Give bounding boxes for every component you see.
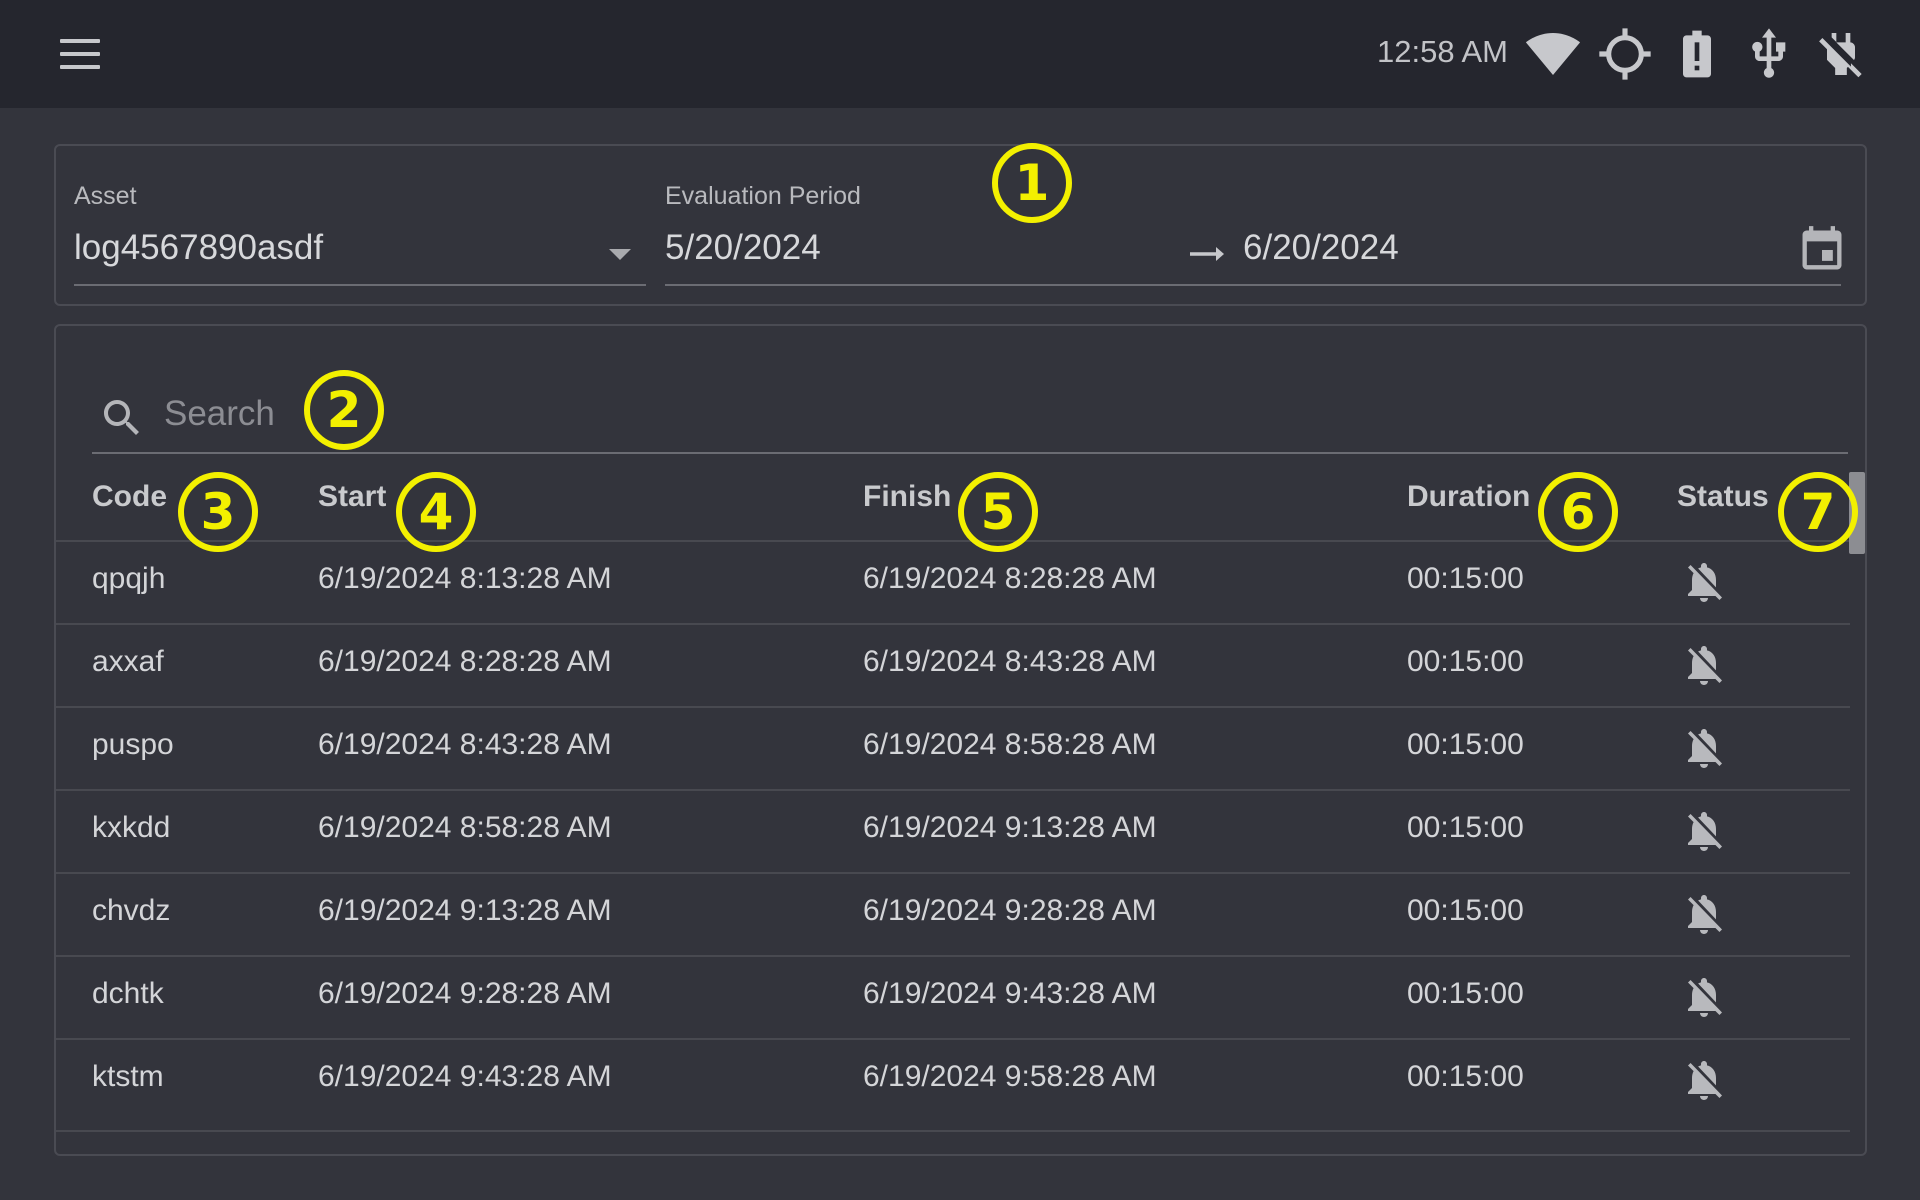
annotation-badge-2: 2 [304,370,384,450]
cell-start: 6/19/2024 9:13:28 AM [318,894,612,927]
cell-finish: 6/19/2024 8:28:28 AM [863,562,1157,595]
annotation-badge-1: 1 [992,143,1072,223]
notifications-off-icon [1680,1056,1728,1104]
cell-code: ktstm [92,1060,164,1093]
battery-alert-icon [1669,26,1725,82]
cell-start: 6/19/2024 9:43:28 AM [318,1060,612,1093]
table-row[interactable]: puspo 6/19/2024 8:43:28 AM 6/19/2024 8:58:… [56,706,1850,789]
cell-finish: 6/19/2024 9:43:28 AM [863,977,1157,1010]
cell-code: qpqjh [92,562,166,595]
arrow-right-icon [1190,247,1224,261]
cell-duration: 00:15:00 [1407,645,1524,678]
period-start-input[interactable]: 5/20/2024 [665,228,821,268]
evaluation-period-label: Evaluation Period [665,182,861,210]
cell-code: dchtk [92,977,164,1010]
cell-finish: 6/19/2024 9:58:28 AM [863,1060,1157,1093]
cell-code: puspo [92,728,174,761]
annotation-badge-3: 3 [178,472,258,552]
usb-icon [1741,26,1797,82]
table-row-partial [56,1130,1850,1154]
cell-start: 6/19/2024 8:43:28 AM [318,728,612,761]
clock: 12:58 AM [1377,34,1508,69]
asset-select[interactable]: log4567890asdf [74,228,323,268]
wifi-icon [1525,26,1581,82]
cell-start: 6/19/2024 8:28:28 AM [318,645,612,678]
cell-duration: 00:15:00 [1407,894,1524,927]
column-header-code[interactable]: Code [92,480,167,514]
notifications-off-icon [1680,724,1728,772]
table-row[interactable]: kxkdd 6/19/2024 8:58:28 AM 6/19/2024 9:13:… [56,789,1850,872]
filter-panel: Asset log4567890asdf Evaluation Period 5… [54,144,1867,306]
system-tray: 12:58 AM [0,0,1920,108]
asset-underline [74,284,646,286]
table-row[interactable]: chvdz 6/19/2024 9:13:28 AM 6/19/2024 9:28:… [56,872,1850,955]
period-end-input[interactable]: 6/20/2024 [1243,228,1399,268]
column-header-start[interactable]: Start [318,480,386,514]
cell-start: 6/19/2024 8:13:28 AM [318,562,612,595]
calendar-icon[interactable] [1796,224,1848,276]
top-bar: 12:58 AM [0,0,1920,108]
power-off-icon [1813,26,1869,82]
period-underline [665,284,1841,286]
cell-duration: 00:15:00 [1407,811,1524,844]
cell-code: kxkdd [92,811,171,844]
column-header-duration[interactable]: Duration [1407,480,1530,514]
events-table-panel: Code Start Finish Duration Status qpqjh 6… [54,324,1867,1156]
annotation-badge-5: 5 [958,472,1038,552]
gps-icon [1597,26,1653,82]
cell-duration: 00:15:00 [1407,562,1524,595]
cell-code: axxaf [92,645,164,678]
cell-finish: 6/19/2024 9:13:28 AM [863,811,1157,844]
cell-duration: 00:15:00 [1407,977,1524,1010]
search-icon [104,400,139,435]
notifications-off-icon [1680,807,1728,855]
notifications-off-icon [1680,890,1728,938]
cell-finish: 6/19/2024 8:43:28 AM [863,645,1157,678]
cell-code: chvdz [92,894,171,927]
cell-duration: 00:15:00 [1407,1060,1524,1093]
table-row[interactable]: qpqjh 6/19/2024 8:13:28 AM 6/19/2024 8:28:… [56,540,1850,623]
notifications-off-icon [1680,973,1728,1021]
search-input[interactable] [164,390,964,438]
cell-duration: 00:15:00 [1407,728,1524,761]
cell-start: 6/19/2024 9:28:28 AM [318,977,612,1010]
annotation-badge-4: 4 [396,472,476,552]
annotation-badge-6: 6 [1538,472,1618,552]
cell-start: 6/19/2024 8:58:28 AM [318,811,612,844]
notifications-off-icon [1680,641,1728,689]
table-row[interactable]: axxaf 6/19/2024 8:28:28 AM 6/19/2024 8:43:… [56,623,1850,706]
cell-finish: 6/19/2024 9:28:28 AM [863,894,1157,927]
annotation-badge-7: 7 [1778,472,1858,552]
chevron-down-icon[interactable] [609,249,631,260]
table-row[interactable]: ktstm 6/19/2024 9:43:28 AM 6/19/2024 9:58:… [56,1038,1850,1121]
cell-finish: 6/19/2024 8:58:28 AM [863,728,1157,761]
notifications-off-icon [1680,558,1728,606]
asset-label: Asset [74,182,137,210]
column-header-finish[interactable]: Finish [863,480,951,514]
table-row[interactable]: dchtk 6/19/2024 9:28:28 AM 6/19/2024 9:43:… [56,955,1850,1038]
column-header-status[interactable]: Status [1677,480,1769,514]
